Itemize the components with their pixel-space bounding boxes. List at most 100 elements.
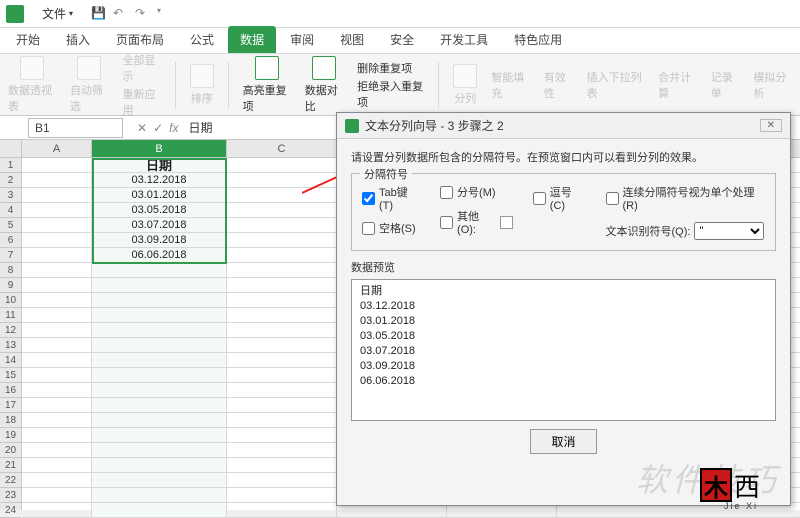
- cell[interactable]: [92, 323, 227, 337]
- row-header[interactable]: 21: [0, 458, 21, 473]
- col-header-a[interactable]: A: [22, 140, 92, 157]
- row-header[interactable]: 13: [0, 338, 21, 353]
- cell[interactable]: [92, 368, 227, 382]
- cell[interactable]: [22, 458, 92, 472]
- cell[interactable]: [227, 473, 337, 487]
- cell[interactable]: [22, 218, 92, 232]
- tab-start[interactable]: 开始: [4, 26, 52, 53]
- tab-formula[interactable]: 公式: [178, 26, 226, 53]
- cell[interactable]: [92, 488, 227, 502]
- cell[interactable]: [227, 323, 337, 337]
- cell[interactable]: [227, 173, 337, 187]
- cell[interactable]: [22, 233, 92, 247]
- cell[interactable]: [227, 188, 337, 202]
- cell[interactable]: [22, 398, 92, 412]
- row-header[interactable]: 12: [0, 323, 21, 338]
- ribbon-pivot[interactable]: 数据透视表: [8, 56, 56, 114]
- cell[interactable]: [227, 278, 337, 292]
- cell[interactable]: [22, 188, 92, 202]
- undo-icon[interactable]: ↶: [113, 6, 129, 22]
- cell[interactable]: [227, 398, 337, 412]
- row-header[interactable]: 22: [0, 473, 21, 488]
- cell[interactable]: [22, 443, 92, 457]
- cell[interactable]: [227, 413, 337, 427]
- cell[interactable]: [92, 428, 227, 442]
- tab-security[interactable]: 安全: [378, 26, 426, 53]
- cell[interactable]: [22, 203, 92, 217]
- ribbon-sort[interactable]: 排序: [190, 64, 214, 106]
- cell[interactable]: [92, 503, 227, 517]
- cell[interactable]: [22, 323, 92, 337]
- row-header[interactable]: 2: [0, 173, 21, 188]
- row-header[interactable]: 18: [0, 413, 21, 428]
- row-header[interactable]: 16: [0, 383, 21, 398]
- cell[interactable]: 03.12.2018: [92, 173, 227, 187]
- cell[interactable]: [92, 353, 227, 367]
- ribbon-whatif[interactable]: 模拟分析: [754, 69, 792, 101]
- row-header[interactable]: 7: [0, 248, 21, 263]
- tab-data[interactable]: 数据: [228, 26, 276, 53]
- cell[interactable]: 03.05.2018: [92, 203, 227, 217]
- cell[interactable]: [227, 488, 337, 502]
- tab-insert[interactable]: 插入: [54, 26, 102, 53]
- cell[interactable]: 06.06.2018: [92, 248, 227, 262]
- cell[interactable]: [22, 428, 92, 442]
- cell[interactable]: [92, 278, 227, 292]
- row-header[interactable]: 5: [0, 218, 21, 233]
- cell[interactable]: [227, 353, 337, 367]
- checkbox-semicolon[interactable]: 分号(M): [440, 184, 513, 200]
- name-box[interactable]: B1: [28, 118, 123, 138]
- ribbon-highlight-dup[interactable]: 高亮重复项: [243, 56, 291, 114]
- row-header[interactable]: 17: [0, 398, 21, 413]
- cell[interactable]: [92, 458, 227, 472]
- cell[interactable]: [227, 308, 337, 322]
- ribbon-dup-opts[interactable]: 删除重复项拒绝录入重复项: [357, 60, 424, 110]
- formula-input[interactable]: 日期: [188, 119, 212, 136]
- row-header[interactable]: 20: [0, 443, 21, 458]
- dialog-close-button[interactable]: ✕: [760, 119, 782, 132]
- cell[interactable]: [227, 458, 337, 472]
- cell[interactable]: [227, 428, 337, 442]
- file-menu[interactable]: 文件 ▾: [32, 2, 83, 25]
- cell[interactable]: 日期: [92, 158, 227, 172]
- ribbon-compare[interactable]: 数据对比: [305, 56, 343, 114]
- cell[interactable]: [22, 383, 92, 397]
- cell[interactable]: [92, 308, 227, 322]
- checkbox-space[interactable]: 空格(S): [362, 220, 420, 236]
- cell[interactable]: [92, 338, 227, 352]
- ribbon-validity[interactable]: 有效性: [544, 69, 573, 101]
- cell[interactable]: [22, 173, 92, 187]
- row-header[interactable]: 23: [0, 488, 21, 503]
- cell[interactable]: 03.07.2018: [92, 218, 227, 232]
- cell[interactable]: [227, 383, 337, 397]
- cell[interactable]: [22, 308, 92, 322]
- cell[interactable]: [92, 383, 227, 397]
- row-header[interactable]: 11: [0, 308, 21, 323]
- tab-review[interactable]: 审阅: [278, 26, 326, 53]
- cell[interactable]: [92, 293, 227, 307]
- cell[interactable]: [227, 203, 337, 217]
- cell[interactable]: [92, 263, 227, 277]
- cancel-edit-icon[interactable]: ✕: [137, 121, 147, 135]
- cell[interactable]: [227, 443, 337, 457]
- row-header[interactable]: 6: [0, 233, 21, 248]
- qat-dropdown-icon[interactable]: ▾: [157, 6, 173, 22]
- ribbon-filter-opts[interactable]: 全部显示重新应用: [122, 52, 160, 118]
- cell[interactable]: [92, 413, 227, 427]
- ribbon-record[interactable]: 记录单: [711, 69, 740, 101]
- tab-special[interactable]: 特色应用: [502, 26, 574, 53]
- ribbon-autofilter[interactable]: 自动筛选: [70, 56, 108, 114]
- cell[interactable]: [92, 398, 227, 412]
- cell[interactable]: [22, 338, 92, 352]
- text-qualifier-select[interactable]: ": [694, 222, 764, 240]
- tab-layout[interactable]: 页面布局: [104, 26, 176, 53]
- cell[interactable]: [92, 443, 227, 457]
- cell[interactable]: [227, 233, 337, 247]
- cell[interactable]: [227, 503, 337, 517]
- cell[interactable]: 03.09.2018: [92, 233, 227, 247]
- row-header[interactable]: 9: [0, 278, 21, 293]
- cell[interactable]: [92, 473, 227, 487]
- row-header[interactable]: 10: [0, 293, 21, 308]
- cell[interactable]: [22, 503, 92, 517]
- cell[interactable]: [227, 293, 337, 307]
